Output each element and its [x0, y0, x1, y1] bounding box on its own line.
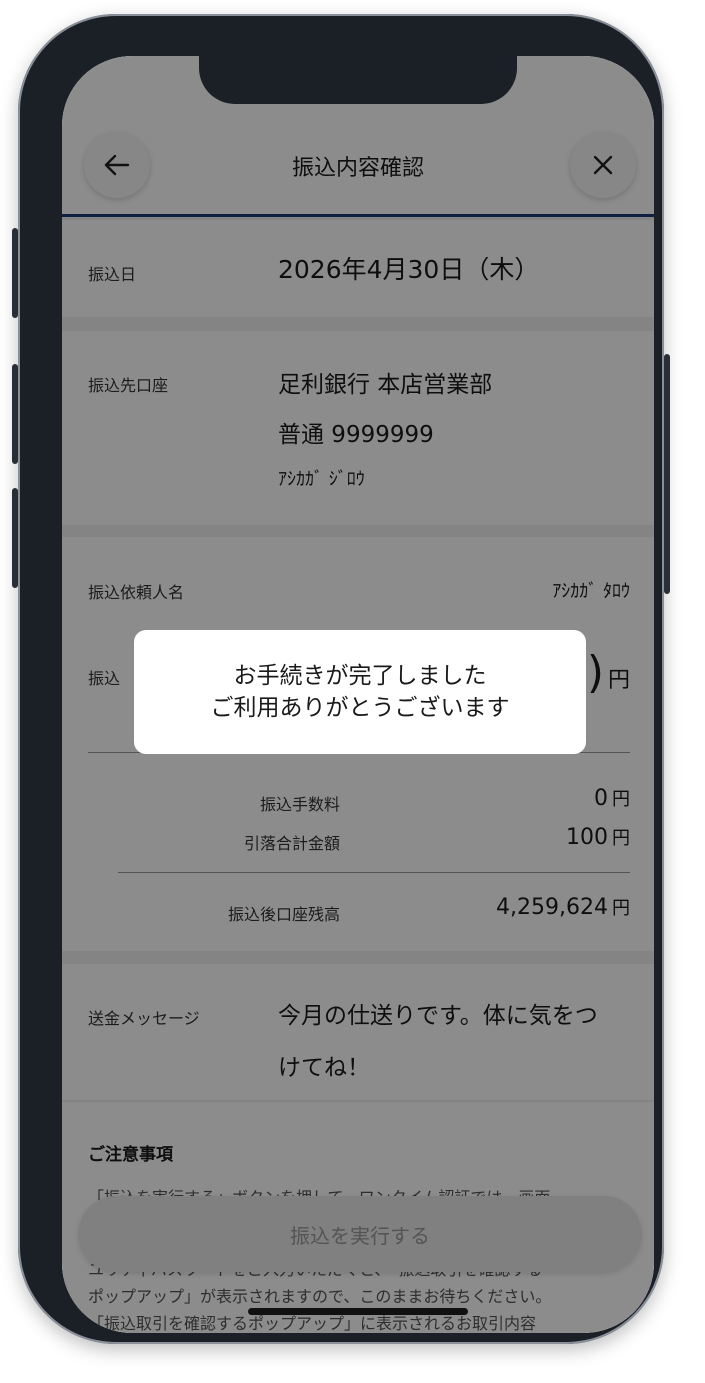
power-button	[664, 354, 670, 594]
notch	[199, 56, 517, 104]
mute-switch	[12, 228, 18, 318]
dialog-line-2: ご利用ありがとうございます	[210, 695, 510, 721]
volume-down-button	[12, 488, 18, 588]
phone-frame: 振込内容確認 振込日 2026年4月30日（木） 振込先口座 足利銀行 本店営業…	[12, 14, 670, 1344]
completion-dialog[interactable]: お手続きが完了しました ご利用ありがとうございます	[134, 630, 586, 754]
screen: 振込内容確認 振込日 2026年4月30日（木） 振込先口座 足利銀行 本店営業…	[62, 56, 654, 1333]
dialog-line-1: お手続きが完了しました	[233, 663, 487, 689]
home-indicator[interactable]	[248, 1308, 468, 1315]
volume-up-button	[12, 364, 18, 464]
